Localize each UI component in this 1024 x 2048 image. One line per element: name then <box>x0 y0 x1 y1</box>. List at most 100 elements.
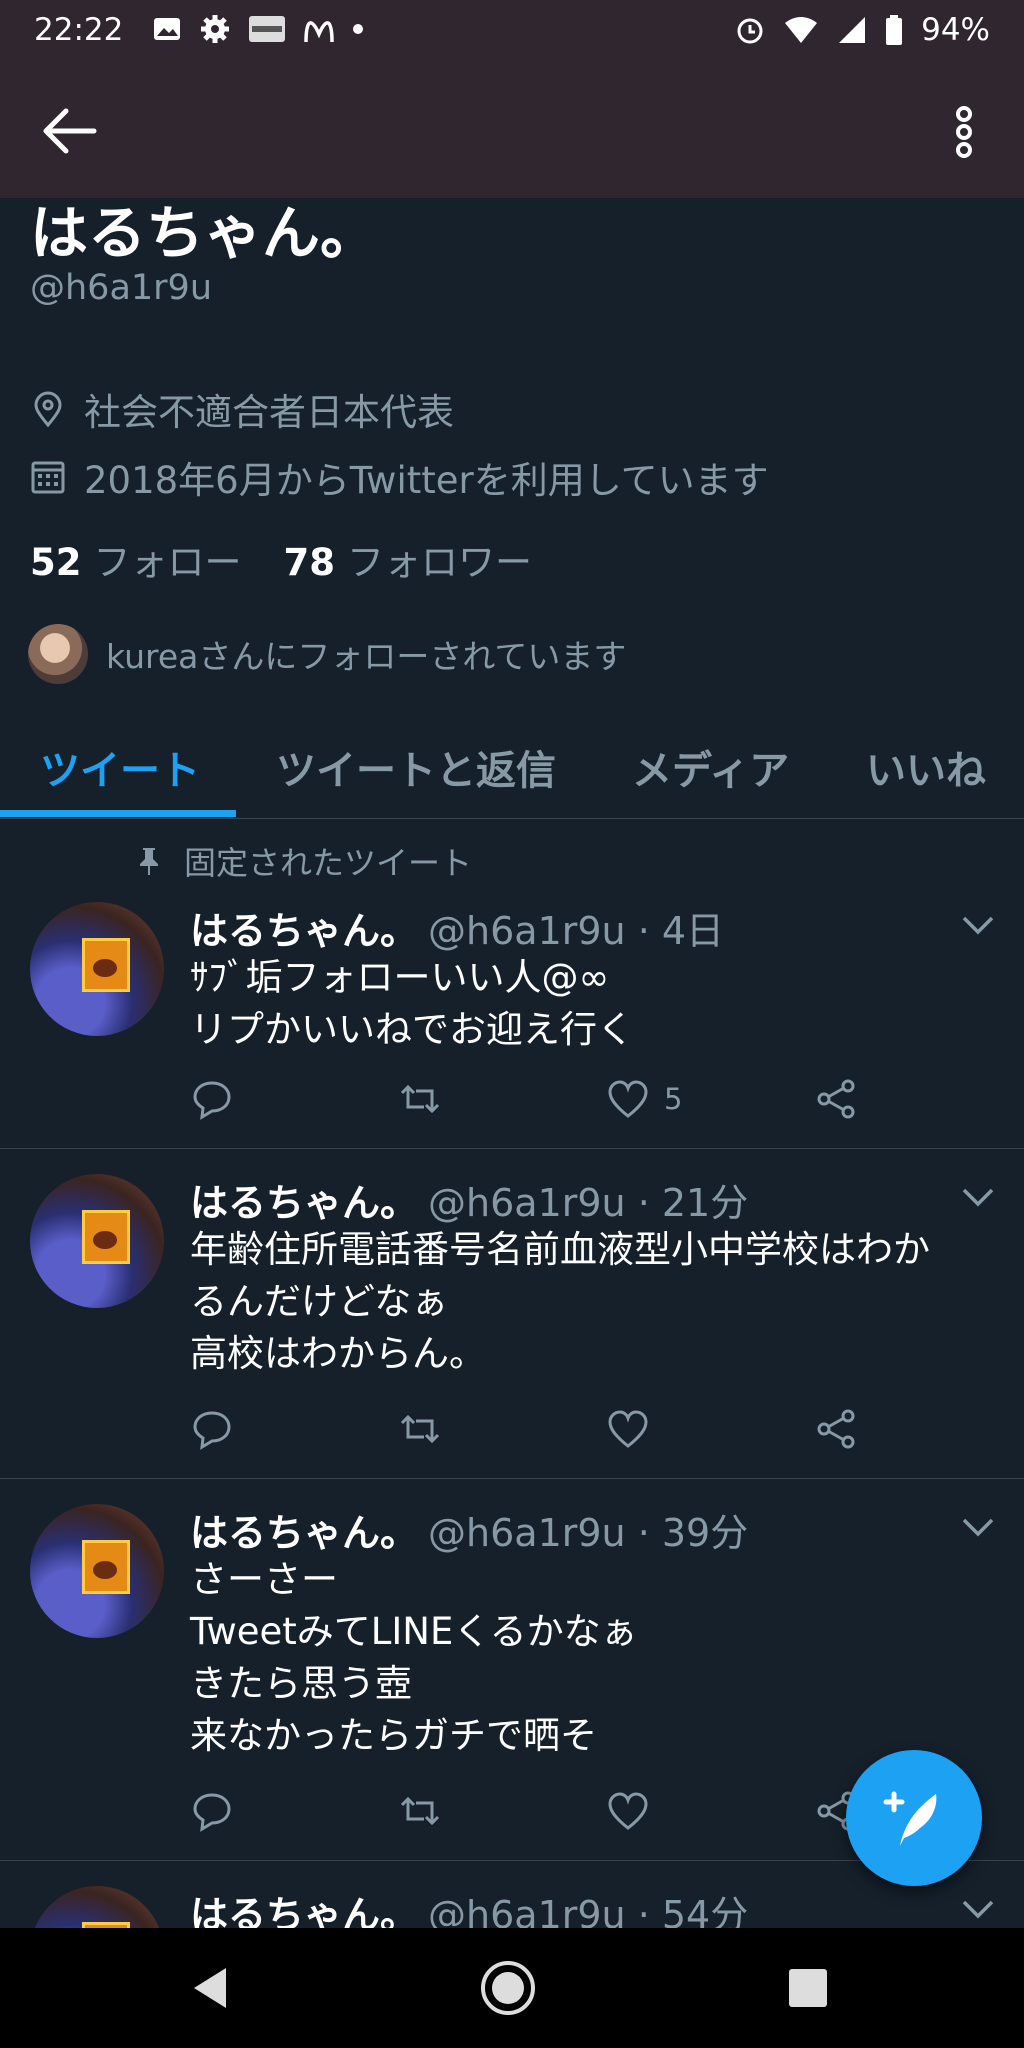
tweet-avatar[interactable] <box>30 1504 164 1638</box>
yahuoku-icon <box>249 16 285 42</box>
tweet-text: さーさー TweetみてLINEくるかなぁ きたら思う壺 来なかったらガチで晒そ <box>190 1558 638 1757</box>
dot-icon <box>353 24 363 34</box>
tweet-avatar[interactable] <box>30 1174 164 1308</box>
tweet-meta: @h6a1r9u · 4日 <box>428 909 725 953</box>
tweet-item[interactable]: はるちゃん。 @h6a1r9u · 21分 年齢住所電話番号名前血液型小中学校はわ… <box>0 1150 1024 1479</box>
following-count: 52 <box>30 541 82 584</box>
follow-counts: 52 フォロー 78 フォロワー <box>30 532 532 586</box>
tweet-avatar[interactable] <box>30 902 164 1036</box>
location-row: 社会不適合者日本代表 <box>30 382 454 436</box>
following-link[interactable]: 52 フォロー <box>30 532 242 586</box>
battery-icon <box>886 15 903 45</box>
mcdonalds-icon <box>304 21 334 43</box>
system-nav-bar <box>0 1928 1024 2048</box>
retweet-button[interactable] <box>398 1076 442 1122</box>
back-arrow-icon[interactable] <box>40 106 100 156</box>
tweet-header: はるちゃん。 @h6a1r9u · 39分 <box>190 1502 748 1557</box>
retweet-button[interactable] <box>398 1406 442 1452</box>
heart-icon <box>608 1410 648 1448</box>
pin-icon <box>140 848 158 875</box>
share-button[interactable] <box>814 1076 858 1122</box>
share-icon <box>817 1079 855 1119</box>
tweet-header: はるちゃん。 @h6a1r9u · 4日 <box>190 900 724 955</box>
share-button[interactable] <box>814 1406 858 1452</box>
location-pin-icon <box>34 391 62 427</box>
reply-button[interactable] <box>190 1788 234 1834</box>
gear-icon <box>201 15 229 43</box>
reply-button[interactable] <box>190 1406 234 1452</box>
tweet-meta: @h6a1r9u · 54分 <box>428 1893 749 1928</box>
like-button[interactable]: 5 <box>606 1076 682 1122</box>
tweet-avatar[interactable] <box>30 1886 164 1928</box>
tweet-text: ｻﾌﾞ垢フォローいい人@∞ リプかいいねでお迎え行く <box>190 956 634 1051</box>
tweet-item[interactable]: はるちゃん。 @h6a1r9u · 4日 ｻﾌﾞ垢フォローいい人@∞ リプかいいね… <box>0 880 1024 1149</box>
tweet-actions <box>190 1406 890 1456</box>
share-icon <box>817 1409 855 1449</box>
chevron-down-icon[interactable] <box>960 1186 996 1210</box>
reply-icon <box>193 1081 231 1120</box>
image-icon <box>154 18 180 40</box>
chevron-down-icon[interactable] <box>960 1898 996 1922</box>
tweet-meta: @h6a1r9u · 21分 <box>428 1181 749 1225</box>
tab-tweets[interactable]: ツイート <box>40 738 200 796</box>
wifi-icon <box>785 17 818 43</box>
followers-label: フォロワー <box>347 541 532 584</box>
status-time: 22:22 <box>34 12 124 48</box>
calendar-icon <box>31 461 65 494</box>
tab-media[interactable]: メディア <box>632 738 789 796</box>
compose-tweet-button[interactable] <box>846 1750 982 1886</box>
followers-count: 78 <box>283 541 336 584</box>
followers-link[interactable]: 78 フォロワー <box>284 532 533 586</box>
retweet-icon <box>400 1084 440 1114</box>
heart-icon <box>608 1080 648 1118</box>
profile-handle: @h6a1r9u <box>30 268 213 308</box>
app-bar <box>0 66 1024 198</box>
signal-icon <box>839 17 866 43</box>
tab-tweets-and-replies[interactable]: ツイートと返信 <box>276 738 556 796</box>
reply-icon <box>193 1793 231 1832</box>
retweet-button[interactable] <box>398 1788 442 1834</box>
profile-joined: 2018年6月からTwitterを利用しています <box>84 459 769 502</box>
more-options-icon[interactable] <box>934 102 994 162</box>
tweet-header: はるちゃん。 @h6a1r9u · 21分 <box>190 1172 748 1227</box>
profile-name: はるちゃん。 <box>30 199 379 267</box>
alarm-icon <box>737 18 763 44</box>
pinned-tweet-label: 固定されたツイート <box>136 838 472 884</box>
battery-percent: 94% <box>921 12 990 48</box>
retweet-icon <box>400 1414 440 1444</box>
pinned-text: 固定されたツイート <box>184 844 473 882</box>
like-count: 5 <box>664 1082 683 1116</box>
followed-by-text: kureaさんにフォローされています <box>106 637 627 676</box>
reply-button[interactable] <box>190 1076 234 1122</box>
profile-tabs: ツイート ツイートと返信 メディア いいね <box>0 700 1024 819</box>
tweet-text: 年齢住所電話番号名前血液型小中学校はわか るんだけどなぁ 高校はわからん。 <box>190 1228 930 1375</box>
like-button[interactable] <box>606 1406 664 1452</box>
heart-icon <box>608 1792 648 1830</box>
nav-back-icon[interactable] <box>180 1958 240 2018</box>
nav-home-icon[interactable] <box>478 1958 538 2018</box>
following-label: フォロー <box>93 541 242 584</box>
tweet-author-name: はるちゃん。 <box>190 909 419 953</box>
tweet-author-name: はるちゃん。 <box>190 1893 419 1928</box>
reply-icon <box>193 1411 231 1450</box>
profile-location: 社会不適合者日本代表 <box>84 391 454 434</box>
active-tab-indicator <box>0 810 236 817</box>
tweet-author-name: はるちゃん。 <box>190 1181 419 1225</box>
tweet-author-name: はるちゃん。 <box>190 1511 419 1555</box>
compose-feather-icon <box>883 1791 937 1846</box>
retweet-icon <box>400 1796 440 1826</box>
tab-likes[interactable]: いいね <box>866 738 986 796</box>
tweet-actions: 5 <box>190 1076 890 1126</box>
tweet-meta: @h6a1r9u · 39分 <box>428 1511 749 1555</box>
followed-by-row[interactable]: kureaさんにフォローされています <box>28 624 626 684</box>
tweet-actions <box>190 1788 890 1838</box>
chevron-down-icon[interactable] <box>960 1516 996 1540</box>
tweet-item[interactable]: はるちゃん。 @h6a1r9u · 54分 <box>0 1862 1024 1928</box>
nav-recents-icon[interactable] <box>778 1958 838 2018</box>
joined-row: 2018年6月からTwitterを利用しています <box>30 450 769 504</box>
status-bar: 22:22 94% <box>0 0 1024 66</box>
tweet-header: はるちゃん。 @h6a1r9u · 54分 <box>190 1884 748 1928</box>
like-button[interactable] <box>606 1788 664 1834</box>
follower-avatar <box>28 624 88 684</box>
chevron-down-icon[interactable] <box>960 914 996 938</box>
